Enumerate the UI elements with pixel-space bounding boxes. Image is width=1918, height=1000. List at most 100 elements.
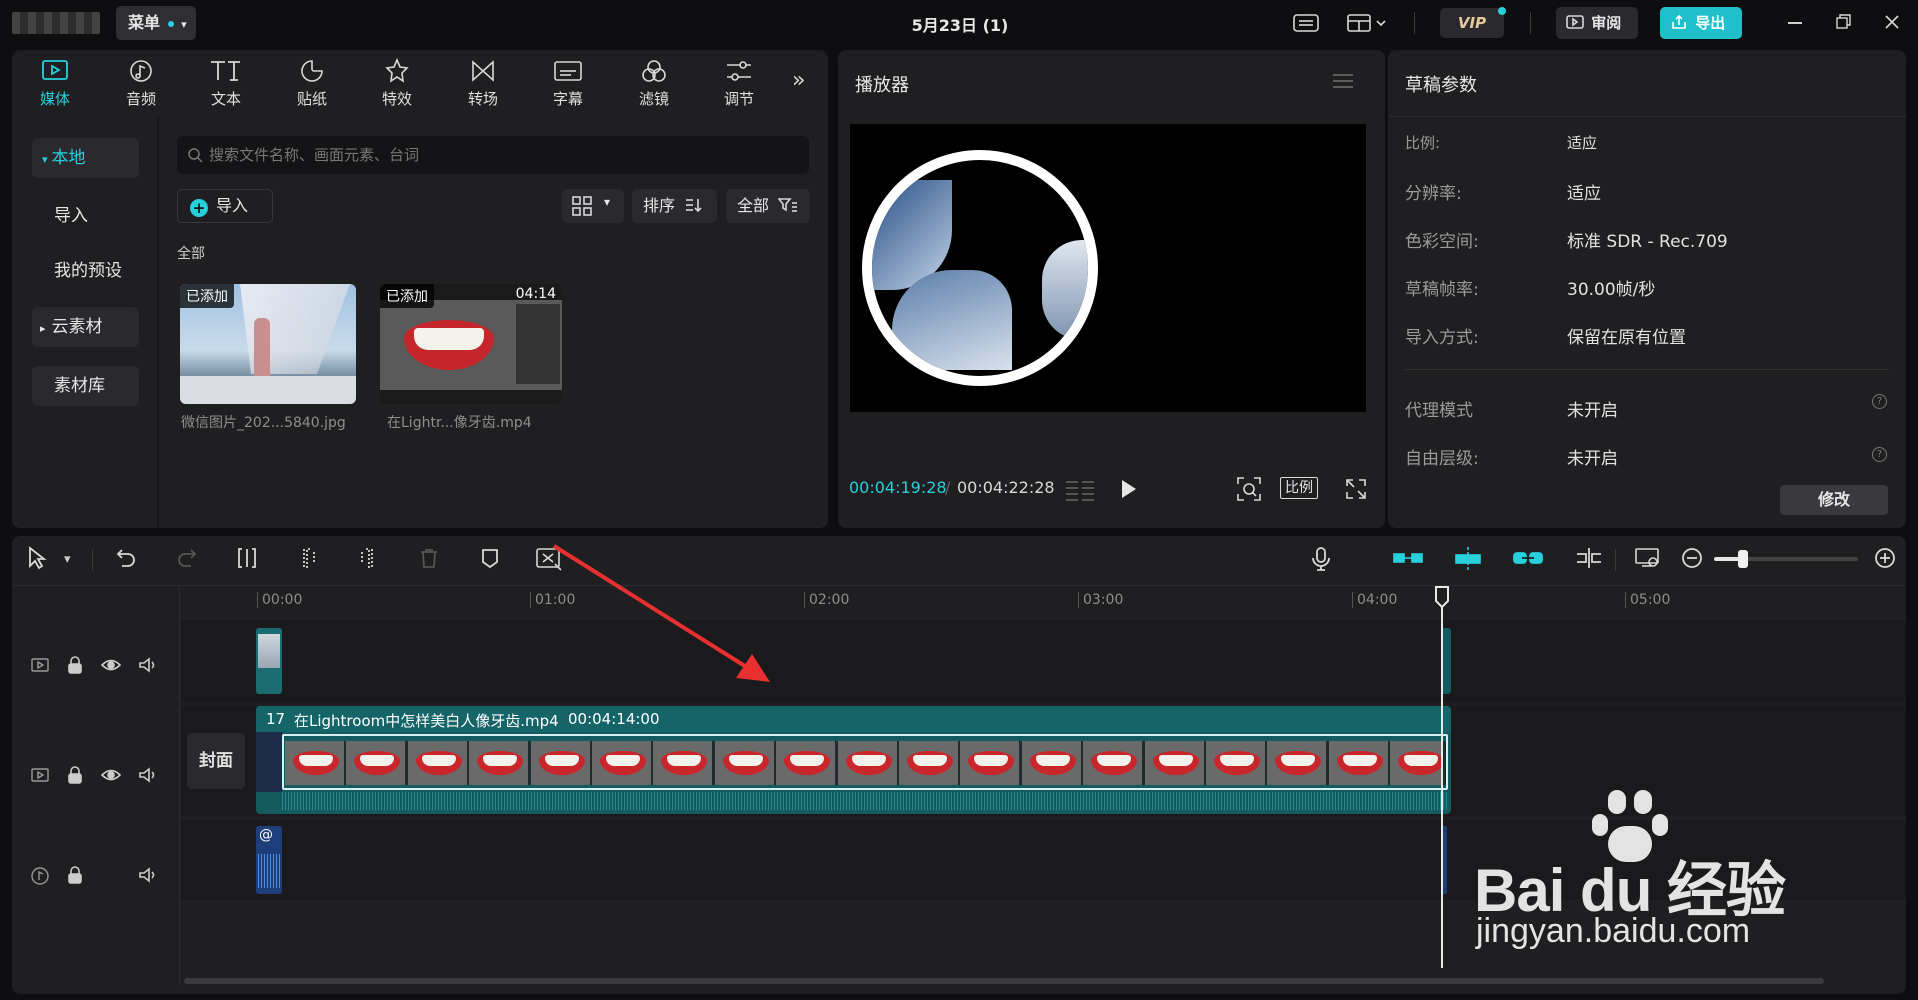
- search-input[interactable]: [209, 136, 799, 174]
- preview-axis-icon[interactable]: [1574, 546, 1604, 574]
- fit-view-icon[interactable]: [1236, 476, 1262, 506]
- sort-button[interactable]: 排序: [632, 189, 717, 223]
- image-clip[interactable]: [256, 628, 282, 694]
- marker-icon[interactable]: [478, 546, 502, 574]
- clip-frame-thumbnail: [1267, 741, 1330, 785]
- track-type-icon: [30, 656, 52, 678]
- mute-icon[interactable]: [138, 866, 160, 888]
- play-button[interactable]: [1120, 479, 1138, 503]
- menu-button[interactable]: 菜单 ▾: [116, 6, 196, 40]
- zoom-in-icon[interactable]: [1873, 546, 1897, 574]
- help-icon[interactable]: ?: [1872, 447, 1887, 462]
- added-badge: 已添加: [180, 284, 234, 308]
- export-button[interactable]: 导出: [1660, 7, 1742, 39]
- vip-button[interactable]: VIP: [1440, 8, 1504, 38]
- view-toggle-button[interactable]: ▾: [562, 189, 624, 223]
- clip-frame-thumbnail: [469, 741, 532, 785]
- select-tool-icon[interactable]: [26, 546, 48, 574]
- sidebar-item-library[interactable]: 素材库: [32, 366, 139, 406]
- zoom-slider[interactable]: [1714, 550, 1858, 568]
- auto-snap-icon[interactable]: [1452, 546, 1484, 576]
- trim-right-icon[interactable]: [356, 546, 380, 574]
- sidebar-item-import[interactable]: 导入: [32, 196, 139, 236]
- cover-button[interactable]: 封面: [187, 733, 245, 789]
- filter-button[interactable]: 全部: [726, 189, 810, 223]
- media-item[interactable]: 已添加 04:14: [380, 284, 562, 404]
- ruler-tick: [257, 592, 258, 608]
- media-item[interactable]: 已添加: [180, 284, 356, 404]
- property-label: 代理模式: [1405, 401, 1473, 421]
- clip-frame-thumbnail: [899, 741, 961, 785]
- teeth-shape: [790, 755, 825, 766]
- thumbnail-side-panel: [516, 304, 560, 384]
- audio-clip[interactable]: @: [256, 826, 282, 894]
- teeth-shape: [1342, 755, 1377, 766]
- video-canvas[interactable]: [850, 124, 1366, 412]
- play-icon: [1122, 480, 1136, 498]
- lock-icon[interactable]: [66, 766, 88, 788]
- search-box[interactable]: [177, 136, 809, 174]
- zoom-slider-handle[interactable]: [1738, 550, 1748, 568]
- teeth-shape: [360, 755, 395, 766]
- app-logo: [12, 12, 100, 34]
- more-tabs-button[interactable]: »: [792, 68, 805, 93]
- timeline-scrollbar[interactable]: [184, 978, 1824, 984]
- visibility-icon[interactable]: [100, 656, 123, 678]
- zoom-out-icon[interactable]: [1680, 546, 1704, 574]
- lock-icon[interactable]: [66, 866, 88, 888]
- plus-icon: +: [190, 199, 208, 217]
- restore-icon[interactable]: [1836, 14, 1852, 34]
- tab-text[interactable]: 文本: [196, 56, 256, 112]
- player-menu-icon[interactable]: [1332, 72, 1354, 94]
- tab-adjust[interactable]: 调节: [709, 56, 769, 112]
- tab-transition[interactable]: 转场: [453, 56, 513, 112]
- main-track-magnet-icon[interactable]: [1392, 546, 1424, 574]
- layout-icon[interactable]: [1346, 12, 1388, 38]
- clip-frame-thumbnail: [1328, 741, 1391, 785]
- teeth-shape: [1158, 755, 1193, 766]
- clip-frame-thumbnail: [653, 741, 716, 785]
- playhead-line[interactable]: [1441, 596, 1443, 968]
- lock-icon[interactable]: [66, 656, 88, 678]
- microphone-icon[interactable]: [1310, 546, 1332, 576]
- split-icon[interactable]: [235, 546, 259, 574]
- mute-icon[interactable]: [138, 656, 160, 678]
- ruler-label: 03:00: [1083, 592, 1124, 608]
- tab-filter[interactable]: 滤镜: [624, 56, 684, 112]
- playhead-handle[interactable]: [1434, 586, 1450, 612]
- teeth-shape: [728, 755, 763, 766]
- redo-icon: [175, 546, 199, 574]
- help-icon[interactable]: ?: [1872, 394, 1887, 409]
- import-button[interactable]: + 导入: [177, 189, 273, 223]
- undo-icon[interactable]: [114, 546, 138, 574]
- tab-subtitle[interactable]: 字幕: [538, 56, 598, 112]
- ratio-button[interactable]: 比例: [1280, 477, 1318, 499]
- media-item-name: 微信图片_202...5840.jpg: [181, 415, 346, 431]
- sidebar-item-local[interactable]: ▾ 本地: [32, 138, 139, 178]
- property-value: 未开启: [1567, 449, 1618, 469]
- track-type-icon: [30, 766, 52, 788]
- sidebar-item-my-presets[interactable]: 我的预设: [32, 251, 139, 291]
- shortcuts-icon[interactable]: [1292, 12, 1320, 38]
- image-clip-thumb: [258, 634, 280, 668]
- fit-timeline-icon[interactable]: [1634, 546, 1662, 574]
- chevron-down-icon[interactable]: ▾: [64, 552, 71, 567]
- tab-audio[interactable]: 音频: [111, 56, 171, 112]
- player-title: 播放器: [855, 75, 909, 96]
- visibility-icon[interactable]: [100, 766, 123, 788]
- fullscreen-icon[interactable]: [1344, 477, 1368, 505]
- review-button[interactable]: 审阅: [1556, 7, 1638, 39]
- tab-sticker[interactable]: 贴纸: [282, 56, 342, 112]
- modify-button[interactable]: 修改: [1780, 485, 1888, 515]
- waveform-toggle-icon[interactable]: [1064, 478, 1096, 506]
- search-icon: [188, 148, 203, 163]
- tab-effects[interactable]: 特效: [367, 56, 427, 112]
- link-icon[interactable]: [1512, 546, 1544, 574]
- trim-left-icon[interactable]: [296, 546, 320, 574]
- minimize-icon[interactable]: [1788, 22, 1802, 24]
- ruler-label: 00:00: [262, 592, 303, 608]
- sidebar-item-cloud[interactable]: ▸ 云素材: [32, 307, 139, 347]
- mute-icon[interactable]: [138, 766, 160, 788]
- close-icon[interactable]: [1884, 14, 1900, 34]
- tab-media[interactable]: 媒体: [25, 56, 85, 112]
